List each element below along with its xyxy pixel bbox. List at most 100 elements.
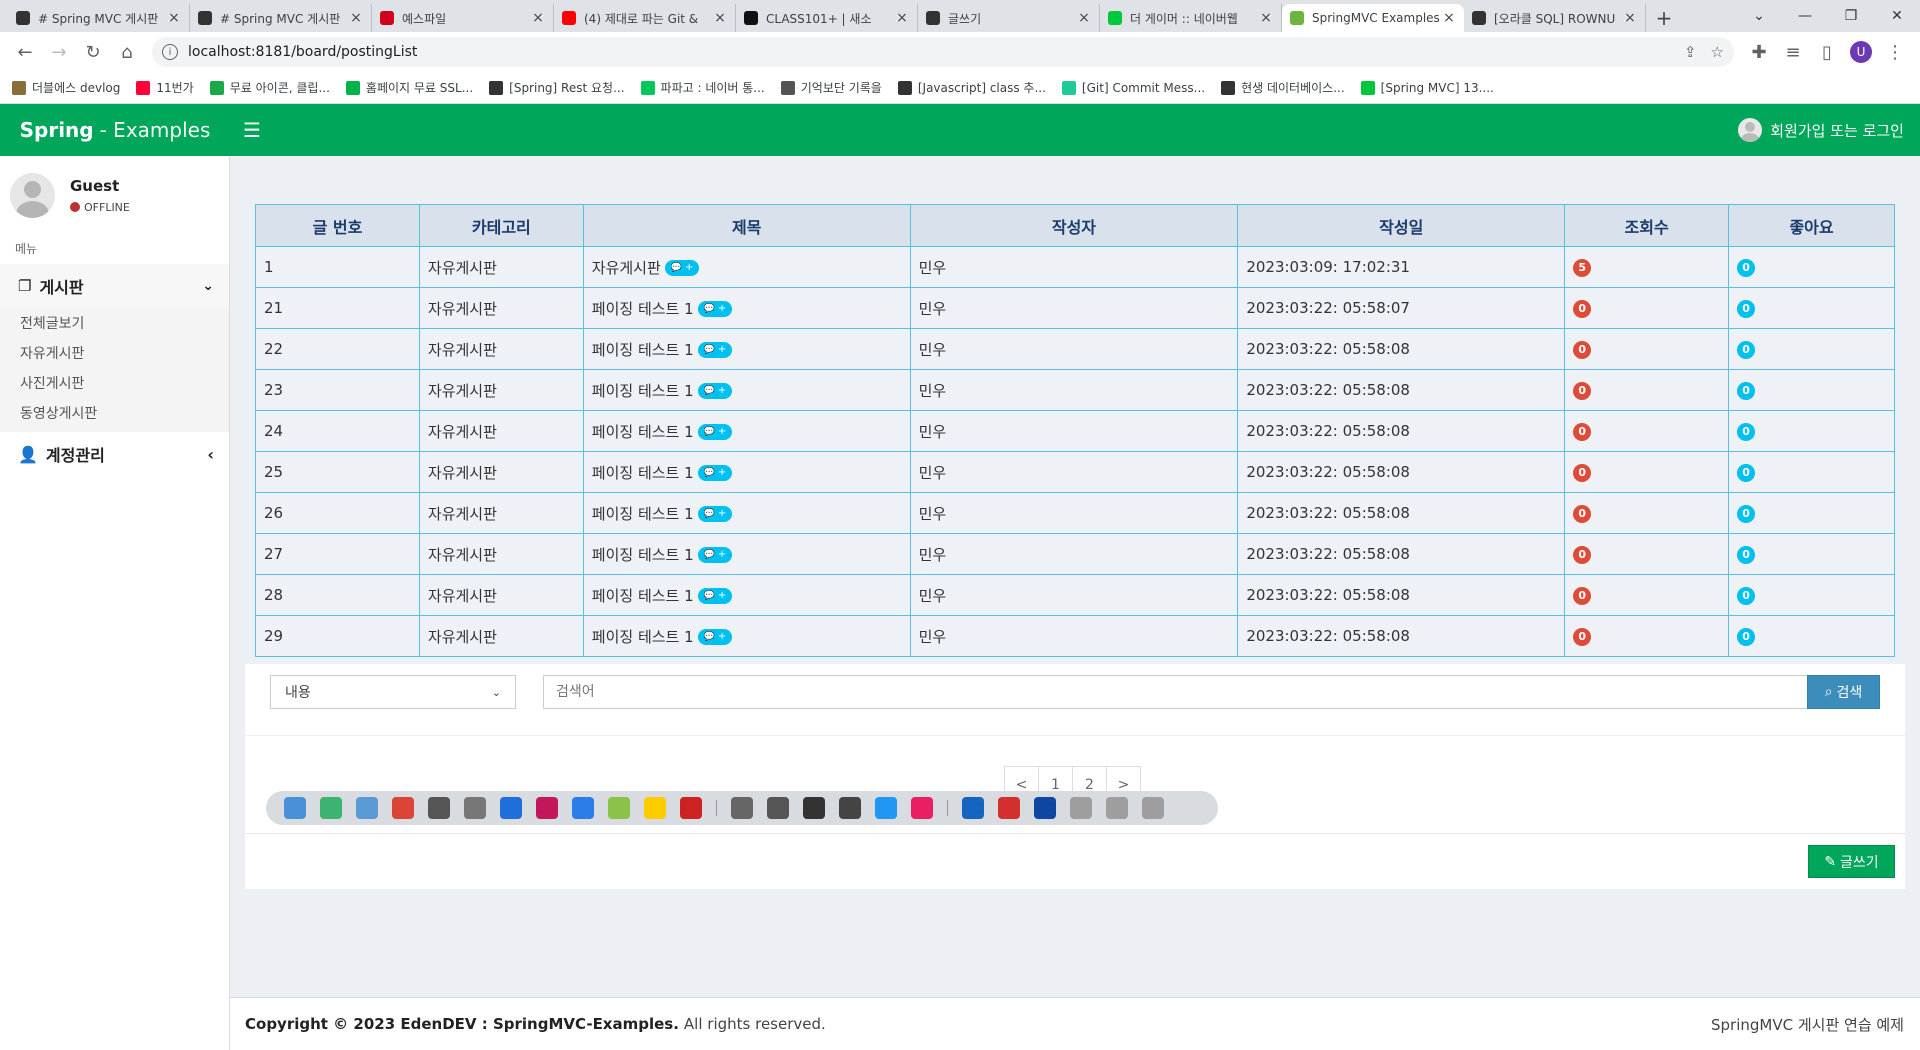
bookmark-item[interactable]: 11번가 bbox=[136, 79, 194, 96]
post-title-link[interactable]: 페이징 테스트 1 bbox=[592, 464, 694, 482]
browser-tab[interactable]: (4) 제대로 파는 Git & × bbox=[554, 4, 736, 32]
post-title-link[interactable]: 페이징 테스트 1 bbox=[592, 382, 694, 400]
restore-button[interactable]: ❐ bbox=[1828, 0, 1874, 32]
sidebar-item-board[interactable]: ❐ 게시판 ⌄ bbox=[0, 264, 229, 308]
sidebar-subitem[interactable]: 동영상게시판 bbox=[0, 398, 229, 428]
browser-menu-icon[interactable]: ⋮ bbox=[1878, 35, 1912, 69]
tab-close-icon[interactable]: × bbox=[1442, 10, 1456, 26]
tab-close-icon[interactable]: × bbox=[1077, 10, 1091, 26]
browser-tab[interactable]: # Spring MVC 게시판 × bbox=[8, 4, 190, 32]
taskbar-app-icon[interactable] bbox=[680, 797, 702, 819]
post-title-link[interactable]: 자유게시판 bbox=[592, 259, 661, 277]
tab-close-icon[interactable]: × bbox=[531, 10, 545, 26]
taskbar-app-icon[interactable] bbox=[608, 797, 630, 819]
taskbar-app-icon[interactable] bbox=[1070, 797, 1092, 819]
taskbar-app-icon[interactable] bbox=[356, 797, 378, 819]
taskbar-app-icon[interactable] bbox=[536, 797, 558, 819]
taskbar-app-icon[interactable] bbox=[644, 797, 666, 819]
taskbar-app-icon[interactable] bbox=[284, 797, 306, 819]
cell-title[interactable]: 페이징 테스트 1 💬 + bbox=[582, 287, 911, 329]
taskbar-app-icon[interactable] bbox=[572, 797, 594, 819]
tab-close-icon[interactable]: × bbox=[349, 10, 363, 26]
taskbar-app-icon[interactable] bbox=[1142, 797, 1164, 819]
taskbar-app-icon[interactable] bbox=[875, 797, 897, 819]
post-title-link[interactable]: 페이징 테스트 1 bbox=[592, 300, 694, 318]
post-title-link[interactable]: 페이징 테스트 1 bbox=[592, 505, 694, 523]
search-button[interactable]: ⌕ 검색 bbox=[1807, 675, 1880, 709]
write-button[interactable]: ✎ 글쓰기 bbox=[1808, 845, 1895, 878]
sidebar-item-account[interactable]: 👤 계정관리 ‹ bbox=[0, 432, 229, 476]
browser-tab[interactable]: # Spring MVC 게시판 × bbox=[190, 4, 372, 32]
browser-tab[interactable]: CLASS101+ | 새소 × bbox=[736, 4, 918, 32]
browser-tab[interactable]: 예스파일 × bbox=[372, 4, 554, 32]
taskbar-app-icon[interactable] bbox=[392, 797, 414, 819]
cell-title[interactable]: 자유게시판 💬 + bbox=[582, 246, 911, 288]
search-input[interactable] bbox=[543, 675, 1807, 709]
post-title-link[interactable]: 페이징 테스트 1 bbox=[592, 423, 694, 441]
browser-tab[interactable]: 글쓰기 × bbox=[918, 4, 1100, 32]
address-bar[interactable]: i localhost:8181/board/postingList ⇪ ☆ bbox=[152, 37, 1734, 67]
post-title-link[interactable]: 페이징 테스트 1 bbox=[592, 587, 694, 605]
bookmark-item[interactable]: [Git] Commit Mess... bbox=[1061, 80, 1205, 95]
post-title-link[interactable]: 페이징 테스트 1 bbox=[592, 628, 694, 646]
cell-title[interactable]: 페이징 테스트 1 💬 + bbox=[582, 369, 911, 411]
tab-close-icon[interactable]: × bbox=[1259, 10, 1273, 26]
bookmark-item[interactable]: 홈페이지 무료 SSL... bbox=[345, 79, 473, 96]
home-icon[interactable]: ⌂ bbox=[110, 35, 144, 69]
taskbar-app-icon[interactable] bbox=[839, 797, 861, 819]
post-title-link[interactable]: 페이징 테스트 1 bbox=[592, 341, 694, 359]
profile-avatar[interactable]: U bbox=[1850, 41, 1872, 63]
bookmark-item[interactable]: 파파고 : 네이버 통... bbox=[640, 79, 765, 96]
close-window-button[interactable]: ✕ bbox=[1874, 0, 1920, 32]
new-tab-button[interactable]: + bbox=[1646, 4, 1682, 32]
bookmark-item[interactable]: 더블에스 devlog bbox=[12, 79, 120, 96]
side-panel-icon[interactable]: ▯ bbox=[1810, 35, 1844, 69]
taskbar-app-icon[interactable] bbox=[767, 797, 789, 819]
tab-search-icon[interactable]: ⌄ bbox=[1736, 0, 1782, 32]
cell-title[interactable]: 페이징 테스트 1 💬 + bbox=[582, 492, 911, 534]
bookmark-item[interactable]: [Spring] Rest 요청... bbox=[489, 79, 625, 96]
share-icon[interactable]: ⇪ bbox=[1684, 43, 1697, 61]
bookmark-item[interactable]: [Javascript] class 추... bbox=[897, 79, 1046, 96]
browser-tab[interactable]: 더 게이머 :: 네이버웹 × bbox=[1100, 4, 1282, 32]
cell-title[interactable]: 페이징 테스트 1 💬 + bbox=[582, 615, 911, 657]
taskbar-app-icon[interactable] bbox=[731, 797, 753, 819]
sidebar-toggle-icon[interactable]: ☰ bbox=[230, 104, 274, 156]
extensions-icon[interactable]: ✚ bbox=[1742, 35, 1776, 69]
site-info-icon[interactable]: i bbox=[162, 44, 178, 60]
bookmark-item[interactable]: 무료 아이콘, 클립... bbox=[209, 79, 330, 96]
reload-icon[interactable]: ↻ bbox=[76, 35, 110, 69]
taskbar-app-icon[interactable] bbox=[911, 797, 933, 819]
browser-tab[interactable]: [오라클 SQL] ROWNU × bbox=[1464, 4, 1646, 32]
taskbar-app-icon[interactable] bbox=[962, 797, 984, 819]
sidebar-subitem[interactable]: 전체글보기 bbox=[0, 308, 229, 338]
reading-list-icon[interactable]: ≡ bbox=[1776, 35, 1810, 69]
bookmark-star-icon[interactable]: ☆ bbox=[1711, 43, 1724, 61]
taskbar-app-icon[interactable] bbox=[320, 797, 342, 819]
post-title-link[interactable]: 페이징 테스트 1 bbox=[592, 546, 694, 564]
login-link[interactable]: 회원가입 또는 로그인 bbox=[1738, 118, 1904, 142]
minimize-button[interactable]: — bbox=[1782, 0, 1828, 32]
forward-icon[interactable]: → bbox=[42, 35, 76, 69]
taskbar-app-icon[interactable] bbox=[1106, 797, 1128, 819]
cell-title[interactable]: 페이징 테스트 1 💬 + bbox=[582, 533, 911, 575]
taskbar-app-icon[interactable] bbox=[998, 797, 1020, 819]
taskbar-app-icon[interactable] bbox=[803, 797, 825, 819]
sidebar-subitem[interactable]: 자유게시판 bbox=[0, 338, 229, 368]
taskbar-app-icon[interactable] bbox=[1034, 797, 1056, 819]
cell-title[interactable]: 페이징 테스트 1 💬 + bbox=[582, 410, 911, 452]
taskbar-app-icon[interactable] bbox=[500, 797, 522, 819]
tab-close-icon[interactable]: × bbox=[167, 10, 181, 26]
tab-close-icon[interactable]: × bbox=[1623, 10, 1637, 26]
browser-tab[interactable]: SpringMVC Examples × bbox=[1282, 4, 1464, 32]
cell-title[interactable]: 페이징 테스트 1 💬 + bbox=[582, 328, 911, 370]
brand-logo[interactable]: Spring - Examples bbox=[0, 104, 230, 156]
tab-close-icon[interactable]: × bbox=[713, 10, 727, 26]
taskbar-app-icon[interactable] bbox=[464, 797, 486, 819]
bookmark-item[interactable]: 현생 데이터베이스... bbox=[1221, 79, 1345, 96]
sidebar-subitem[interactable]: 사진게시판 bbox=[0, 368, 229, 398]
back-icon[interactable]: ← bbox=[8, 35, 42, 69]
bookmark-item[interactable]: 기억보단 기록을 bbox=[780, 79, 882, 96]
taskbar-app-icon[interactable] bbox=[428, 797, 450, 819]
search-type-select[interactable]: 내용 ⌄ bbox=[270, 675, 516, 709]
